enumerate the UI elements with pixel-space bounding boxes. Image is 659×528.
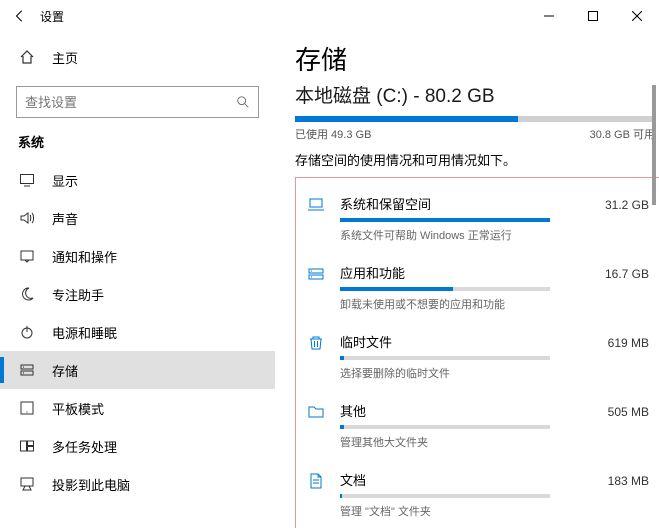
document-icon [306, 471, 326, 491]
multitask-icon [18, 437, 36, 455]
minimize-button[interactable] [527, 0, 571, 32]
used-label: 已使用 49.3 GB [295, 126, 371, 142]
search-icon [236, 95, 250, 109]
usage-description: 存储空间的使用情况和可用情况如下。 [295, 150, 649, 169]
window-title: 设置 [36, 8, 64, 25]
storage-icon [18, 361, 36, 379]
sidebar-item-5[interactable]: 存储 [0, 351, 275, 389]
category-size: 16.7 GB [605, 267, 649, 281]
category-sub: 选择要删除的临时文件 [340, 365, 649, 381]
category-size: 183 MB [608, 474, 649, 488]
storage-category-3[interactable]: 其他 505 MB 管理其他大文件夹 [306, 393, 649, 462]
sidebar-section-header: 系统 [0, 128, 275, 161]
category-size: 31.2 GB [605, 198, 649, 212]
category-name: 应用和功能 [340, 263, 405, 282]
maximize-button[interactable] [571, 0, 615, 32]
search-input[interactable] [25, 95, 236, 110]
sidebar: 主页 系统 显示声音通知和操作专注助手电源和睡眠存储平板模式多任务处理投影到此电… [0, 32, 275, 528]
category-name: 临时文件 [340, 332, 392, 351]
sidebar-item-label: 显示 [52, 171, 78, 190]
free-label: 30.8 GB 可用 [590, 126, 655, 142]
sidebar-item-1[interactable]: 声音 [0, 199, 275, 237]
search-box[interactable] [16, 86, 259, 118]
category-sub: 卸载未使用或不想要的应用和功能 [340, 296, 649, 312]
category-bar [340, 425, 550, 429]
category-bar [340, 287, 550, 291]
category-size: 619 MB [608, 336, 649, 350]
sidebar-item-8[interactable]: 投影到此电脑 [0, 465, 275, 503]
drive-title: 本地磁盘 (C:) - 80.2 GB [295, 81, 649, 108]
category-sub: 管理 "文档" 文件夹 [340, 503, 649, 519]
sidebar-home[interactable]: 主页 [0, 38, 275, 76]
sidebar-item-3[interactable]: 专注助手 [0, 275, 275, 313]
sidebar-item-label: 专注助手 [52, 285, 104, 304]
category-bar [340, 494, 550, 498]
category-name: 系统和保留空间 [340, 194, 431, 213]
category-name: 文档 [340, 470, 366, 489]
power-icon [18, 323, 36, 341]
apps-icon [306, 264, 326, 284]
storage-category-4[interactable]: 文档 183 MB 管理 "文档" 文件夹 [306, 462, 649, 528]
sidebar-item-0[interactable]: 显示 [0, 161, 275, 199]
main-content: 存储 本地磁盘 (C:) - 80.2 GB 已使用 49.3 GB 30.8 … [275, 32, 659, 528]
sidebar-item-label: 多任务处理 [52, 437, 117, 456]
sidebar-item-label: 声音 [52, 209, 78, 228]
home-icon [18, 48, 36, 66]
laptop-icon [306, 195, 326, 215]
sidebar-item-label: 平板模式 [52, 399, 104, 418]
sidebar-home-label: 主页 [52, 48, 78, 67]
storage-category-2[interactable]: 临时文件 619 MB 选择要删除的临时文件 [306, 324, 649, 393]
moon-icon [18, 285, 36, 303]
sidebar-item-2[interactable]: 通知和操作 [0, 237, 275, 275]
category-sub: 系统文件可帮助 Windows 正常运行 [340, 227, 649, 243]
sidebar-item-label: 电源和睡眠 [52, 323, 117, 342]
back-button[interactable] [4, 0, 36, 32]
sidebar-item-label: 投影到此电脑 [52, 475, 130, 494]
notification-icon [18, 247, 36, 265]
sidebar-item-6[interactable]: 平板模式 [0, 389, 275, 427]
category-bar [340, 218, 550, 222]
page-title: 存储 [295, 40, 649, 77]
close-button[interactable] [615, 0, 659, 32]
sound-icon [18, 209, 36, 227]
monitor-icon [18, 171, 36, 189]
folder-icon [306, 402, 326, 422]
storage-category-0[interactable]: 系统和保留空间 31.2 GB 系统文件可帮助 Windows 正常运行 [306, 186, 649, 255]
category-sub: 管理其他大文件夹 [340, 434, 649, 450]
tablet-icon [18, 399, 36, 417]
scrollbar-thumb[interactable] [652, 85, 656, 205]
sidebar-item-label: 通知和操作 [52, 247, 117, 266]
category-bar [340, 356, 550, 360]
trash-icon [306, 333, 326, 353]
drive-usage-bar [295, 116, 655, 122]
category-name: 其他 [340, 401, 366, 420]
category-size: 505 MB [608, 405, 649, 419]
project-icon [18, 475, 36, 493]
storage-category-1[interactable]: 应用和功能 16.7 GB 卸载未使用或不想要的应用和功能 [306, 255, 649, 324]
sidebar-item-label: 存储 [52, 361, 78, 380]
sidebar-item-4[interactable]: 电源和睡眠 [0, 313, 275, 351]
sidebar-item-7[interactable]: 多任务处理 [0, 427, 275, 465]
